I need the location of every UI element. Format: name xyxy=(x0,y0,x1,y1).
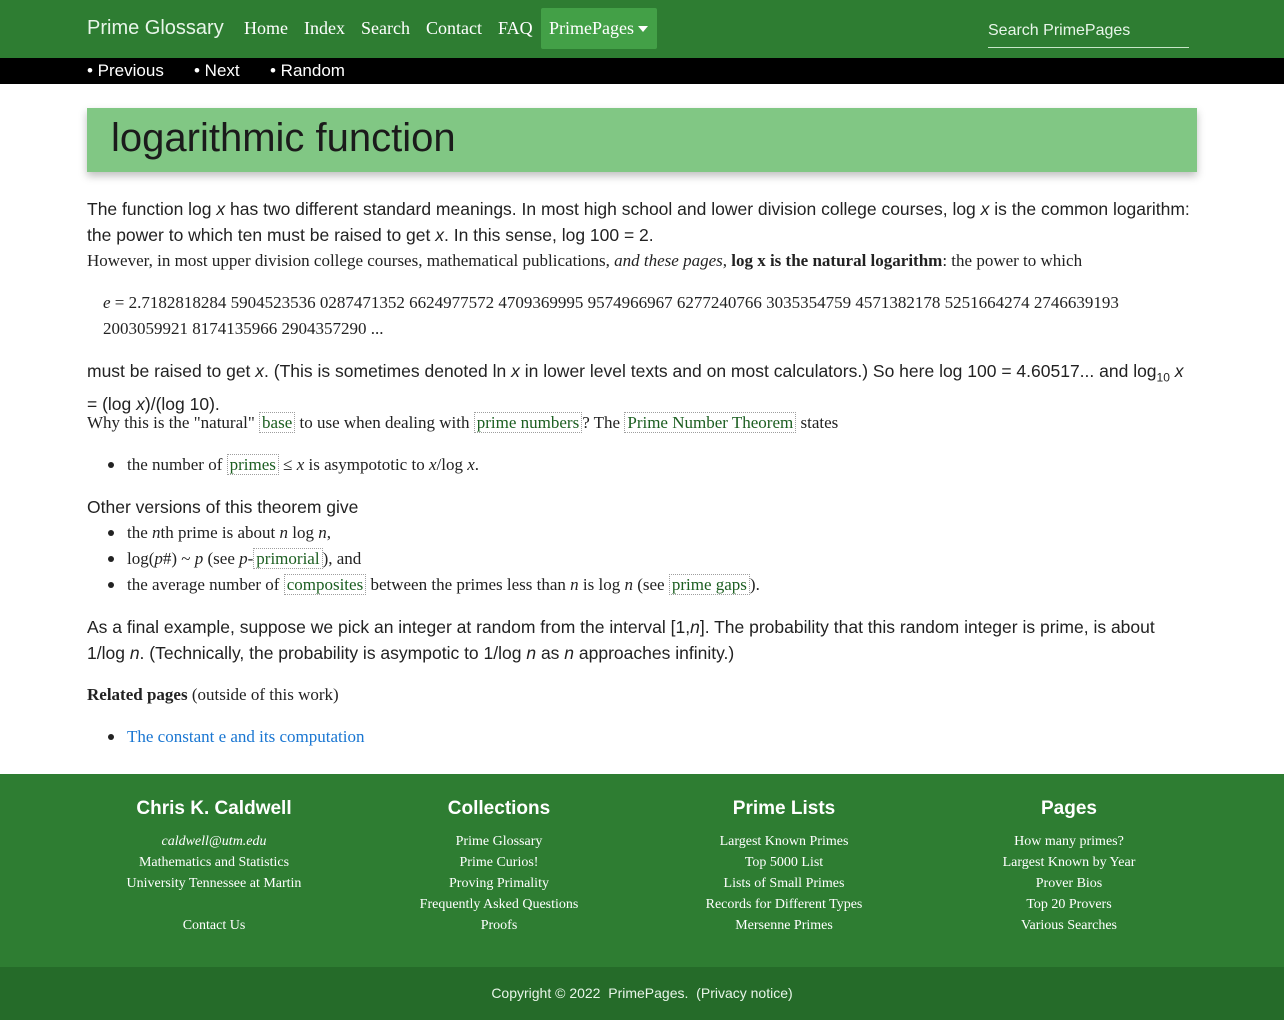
footer-link[interactable]: Mersenne Primes xyxy=(657,915,911,936)
page-title: logarithmic function xyxy=(111,116,456,160)
paragraph-why-natural: Why this is the "natural" base to use wh… xyxy=(87,412,839,433)
footer-heading: Pages xyxy=(1041,798,1097,819)
prime-numbers-link[interactable]: prime numbers xyxy=(473,412,583,433)
search-input[interactable] xyxy=(988,14,1189,48)
chevron-down-icon[interactable] xyxy=(638,26,648,32)
primorial-link[interactable]: primorial xyxy=(253,548,323,569)
nav-home[interactable]: Home xyxy=(244,18,288,39)
footer-link[interactable]: Prime Glossary xyxy=(372,831,626,852)
copyright-bar: Copyright © 2022 PrimePages. (Privacy no… xyxy=(0,967,1284,1020)
composites-link[interactable]: composites xyxy=(283,574,367,595)
footer-link[interactable]: Largest Known Primes xyxy=(657,831,911,852)
footer-col-prime-lists: Prime Lists Largest Known Primes Top 500… xyxy=(657,798,911,936)
list-bullet xyxy=(108,462,114,468)
list-bullet xyxy=(108,734,114,740)
footer-link[interactable]: Records for Different Types xyxy=(657,894,911,915)
primes-link[interactable]: primes xyxy=(226,454,279,475)
list-item: the average number of composites between… xyxy=(127,574,760,595)
footer-link[interactable]: How many primes? xyxy=(942,831,1196,852)
footer-link[interactable]: Proofs xyxy=(372,915,626,936)
email-link[interactable]: caldwell@utm.edu xyxy=(87,831,341,852)
footer-link[interactable]: Frequently Asked Questions xyxy=(372,894,626,915)
related-pages-heading: Related pages (outside of this work) xyxy=(87,685,339,704)
list-bullet xyxy=(108,556,114,562)
footer-heading: Collections xyxy=(447,798,551,819)
footer-col-author: Chris K. Caldwell caldwell@utm.edu Mathe… xyxy=(87,798,341,936)
footer-link[interactable]: Prime Curios! xyxy=(372,852,626,873)
nav-search[interactable]: Search xyxy=(361,18,410,39)
nav-index[interactable]: Index xyxy=(304,18,345,39)
previous-link[interactable]: • Previous xyxy=(87,61,164,81)
copyright-text: Copyright © 2022 xyxy=(491,985,601,1001)
footer-link[interactable]: Proving Primality xyxy=(372,873,626,894)
footer-link[interactable]: Largest Known by Year xyxy=(942,852,1196,873)
footer-link[interactable]: Lists of Small Primes xyxy=(657,873,911,894)
paragraph-natural-log: However, in most upper division college … xyxy=(87,251,1083,270)
list-item: log(p#) ~ p (see p-primorial), and xyxy=(127,548,362,569)
list-item: the number of primes ≤ x is asympototic … xyxy=(127,454,479,475)
secondary-navbar: • Previous • Next • Random xyxy=(0,58,1284,84)
footer-link[interactable]: Various Searches xyxy=(942,915,1196,936)
footer-link[interactable]: Prover Bios xyxy=(942,873,1196,894)
footer-heading: Prime Lists xyxy=(732,798,836,819)
nav-contact[interactable]: Contact xyxy=(426,18,482,39)
nav-faq[interactable]: FAQ xyxy=(498,18,533,39)
next-link[interactable]: • Next xyxy=(194,61,240,81)
footer-text: University Tennessee at Martin xyxy=(126,876,302,891)
paragraph-final-example: As a final example, suppose we pick an i… xyxy=(87,617,1155,663)
footer-col-collections: Collections Prime Glossary Prime Curios!… xyxy=(372,798,626,936)
prime-number-theorem-link[interactable]: Prime Number Theorem xyxy=(624,412,797,433)
footer-heading: Chris K. Caldwell xyxy=(136,798,292,819)
top-navbar: Prime Glossary Home Index Search Contact… xyxy=(0,0,1284,58)
base-link[interactable]: base xyxy=(259,412,296,433)
nav-primepages-label[interactable]: PrimePages xyxy=(549,18,634,39)
footer: Chris K. Caldwell caldwell@utm.edu Mathe… xyxy=(0,774,1284,967)
e-constant-value: e = 2.7182818284 5904523536 0287471352 6… xyxy=(103,293,1119,338)
title-banner: logarithmic function xyxy=(87,108,1197,172)
prime-gaps-link[interactable]: prime gaps xyxy=(668,574,750,595)
footer-col-pages: Pages How many primes? Largest Known by … xyxy=(942,798,1196,936)
list-bullet xyxy=(108,530,114,536)
brand-link[interactable]: Prime Glossary xyxy=(87,17,224,40)
list-bullet xyxy=(108,582,114,588)
related-e-constant-link[interactable]: The constant e and its computation xyxy=(127,727,364,746)
primepages-link[interactable]: PrimePages xyxy=(608,985,684,1001)
random-link[interactable]: • Random xyxy=(270,61,345,81)
footer-text: Mathematics and Statistics xyxy=(138,855,290,870)
list-item: The constant e and its computation xyxy=(127,724,364,750)
contact-us-link[interactable]: Contact Us xyxy=(87,915,341,936)
paragraph-ln: must be raised to get x. (This is someti… xyxy=(87,361,1184,414)
footer-link[interactable]: Top 5000 List xyxy=(657,852,911,873)
paragraph-log-meanings: The function log x has two different sta… xyxy=(87,199,1190,245)
paragraph-other-versions: Other versions of this theorem give xyxy=(87,497,359,517)
list-item: the nth prime is about n log n, xyxy=(127,523,331,542)
footer-link[interactable]: Top 20 Provers xyxy=(942,894,1196,915)
privacy-notice-link[interactable]: Privacy notice xyxy=(701,985,788,1001)
